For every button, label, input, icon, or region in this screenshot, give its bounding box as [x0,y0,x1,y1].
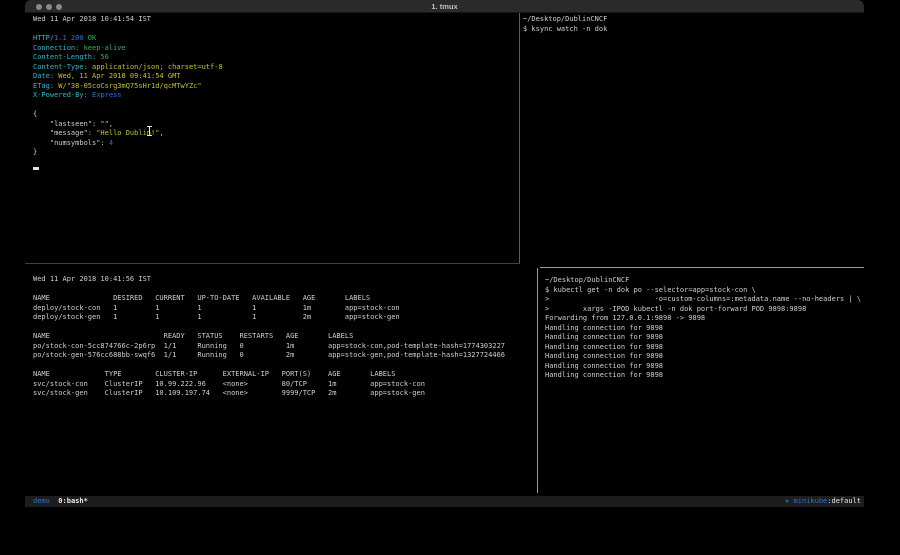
terminal-line: Date: Wed, 11 Apr 2018 09:41:54 GMT [33,72,519,82]
status-right: ⎈ minikube:default [785,496,861,507]
tmux-status-bar: demo 0:bash* ⎈ minikube:default [25,496,864,507]
pane-port-forward[interactable]: ~/Desktop/DublinCNCF$ kubectl get -n dok… [538,268,864,493]
terminal-line: Wed 11 Apr 2018 10:41:54 IST [33,15,519,25]
terminal-line: deploy/stock-gen 1 1 1 1 2m app=stock-ge… [33,313,537,323]
pane-border-horizontal-right [540,267,864,268]
kube-context: minikube [789,497,827,505]
pane-border-horizontal-left-active [25,263,520,264]
terminal-line: Content-Length: 56 [33,53,519,63]
terminal-line [33,101,519,111]
terminal-line: Content-Type: application/json; charset=… [33,63,519,73]
session-name: demo [33,497,50,505]
terminal-line: > -o=custom-columns=:metadata.name --no-… [545,295,864,305]
terminal-line: po/stock-gen-576cc688bb-swqf6 1/1 Runnin… [33,351,537,361]
terminal-line: "numsymbols": 4 [33,139,519,149]
title-bar: 1. tmux [25,0,864,13]
terminal-line [33,25,519,35]
terminal-line [33,323,537,333]
terminal-line: ETag: W/"38-05coCsrg3mQ75sHr1d/qcMTwYZc" [33,82,519,92]
kube-namespace: :default [827,497,861,505]
pane-border-vertical-top-active [519,13,520,263]
terminal-line: Connection: keep-alive [33,44,519,54]
terminal-line: } [33,148,519,158]
mouse-ibeam-cursor [147,126,152,136]
terminal-line: "message": "Hello Dublin!", [33,129,519,139]
window-title: 1. tmux [25,0,864,13]
terminal-line: ~/Desktop/DublinCNCF [545,276,864,286]
terminal-line: po/stock-con-5cc874766c-2p6rp 1/1 Runnin… [33,342,537,352]
pane-border-vertical-bottom [537,268,538,493]
terminal-line: Handling connection for 9898 [545,324,864,334]
terminal-line: ~/Desktop/DublinCNCF [523,15,864,25]
terminal-line: Handling connection for 9898 [545,343,864,353]
terminal-line: svc/stock-gen ClusterIP 10.109.197.74 <n… [33,389,537,399]
pane-http-response[interactable]: Wed 11 Apr 2018 10:41:54 IST HTTP/1.1 20… [25,13,519,263]
terminal-line: HTTP/1.1 200 OK [33,34,519,44]
terminal-line: Wed 11 Apr 2018 10:41:56 IST [33,275,537,285]
terminal-line [33,285,537,295]
terminal-line: { [33,110,519,120]
terminal-line: Forwarding from 127.0.0.1:9898 -> 9898 [545,314,864,324]
pane-kubectl-tables[interactable]: Wed 11 Apr 2018 10:41:56 IST NAME DESIRE… [25,268,537,493]
status-left: demo 0:bash* [33,496,88,507]
terminal-line: Handling connection for 9898 [545,371,864,381]
terminal-line: NAME DESIRED CURRENT UP-TO-DATE AVAILABL… [33,294,537,304]
terminal-window: 1. tmux Wed 11 Apr 2018 10:41:54 IST HTT… [25,0,864,513]
terminal-line: Handling connection for 9898 [545,362,864,372]
terminal-line: svc/stock-con ClusterIP 10.99.222.96 <no… [33,380,537,390]
terminal-line: "lastseen": "", [33,120,519,130]
terminal-line: deploy/stock-con 1 1 1 1 1m app=stock-co… [33,304,537,314]
terminal-line: $ ksync watch -n dok [523,25,864,35]
terminal-cursor [33,167,39,170]
terminal-line: NAME READY STATUS RESTARTS AGE LABELS [33,332,537,342]
terminal-line: NAME TYPE CLUSTER-IP EXTERNAL-IP PORT(S)… [33,370,537,380]
terminal-line: > xargs -IPOD kubectl -n dok port-forwar… [545,305,864,315]
pane-ksync-watch[interactable]: ~/Desktop/DublinCNCF$ ksync watch -n dok [520,13,864,263]
terminal-line: Handling connection for 9898 [545,333,864,343]
terminal-line [33,361,537,371]
terminal-line: Handling connection for 9898 [545,352,864,362]
terminal-line: X-Powered-By: Express [33,91,519,101]
window-tab-bash[interactable]: 0:bash* [58,497,88,505]
terminal-line: $ kubectl get -n dok po --selector=app=s… [545,286,864,296]
